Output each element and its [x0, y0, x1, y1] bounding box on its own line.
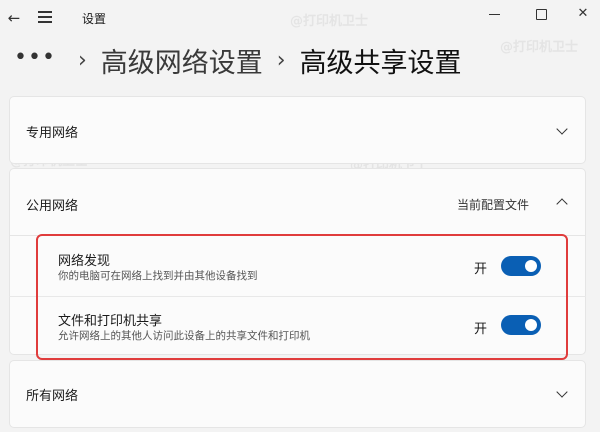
chevron-down-icon: [556, 388, 568, 400]
window-title: 设置: [82, 12, 107, 26]
section-title: 公用网络: [26, 199, 79, 214]
hamburger-icon[interactable]: [38, 11, 52, 23]
watermark-text: @打印机卫士: [500, 40, 579, 55]
section-title: 专用网络: [26, 126, 79, 141]
toggle-state-label: 开: [474, 322, 488, 337]
current-profile-label: 当前配置文件: [457, 198, 530, 212]
section-private-network[interactable]: 专用网络: [9, 96, 586, 164]
chevron-right-icon: ›: [77, 47, 87, 73]
more-icon[interactable]: •••: [14, 45, 56, 70]
section-all-networks[interactable]: 所有网络: [9, 360, 586, 428]
chevron-down-icon: [556, 125, 568, 137]
breadcrumb-parent[interactable]: 高级网络设置: [101, 41, 263, 80]
back-arrow-icon[interactable]: ←: [4, 8, 24, 28]
network-discovery-toggle[interactable]: [501, 256, 541, 276]
setting-title: 文件和打印机共享: [58, 314, 163, 329]
title-bar: ← 设置 ✕: [0, 0, 600, 36]
file-printer-sharing-toggle[interactable]: [501, 315, 541, 335]
toggle-state-label: 开: [474, 262, 488, 277]
maximize-icon[interactable]: [528, 4, 554, 24]
close-icon[interactable]: ✕: [570, 4, 596, 24]
minimize-icon[interactable]: [482, 4, 508, 24]
setting-description: 允许网络上的其他人访问此设备上的共享文件和打印机: [58, 330, 310, 342]
chevron-up-icon: [556, 196, 568, 208]
section-title: 所有网络: [26, 389, 79, 404]
breadcrumb: ••• › 高级网络设置 › 高级共享设置: [14, 38, 462, 82]
page-title: 高级共享设置: [299, 47, 462, 79]
setting-description: 你的电脑可在网络上找到并由其他设备找到: [58, 270, 258, 282]
setting-title: 网络发现: [58, 254, 111, 269]
chevron-right-icon: ›: [276, 47, 286, 73]
